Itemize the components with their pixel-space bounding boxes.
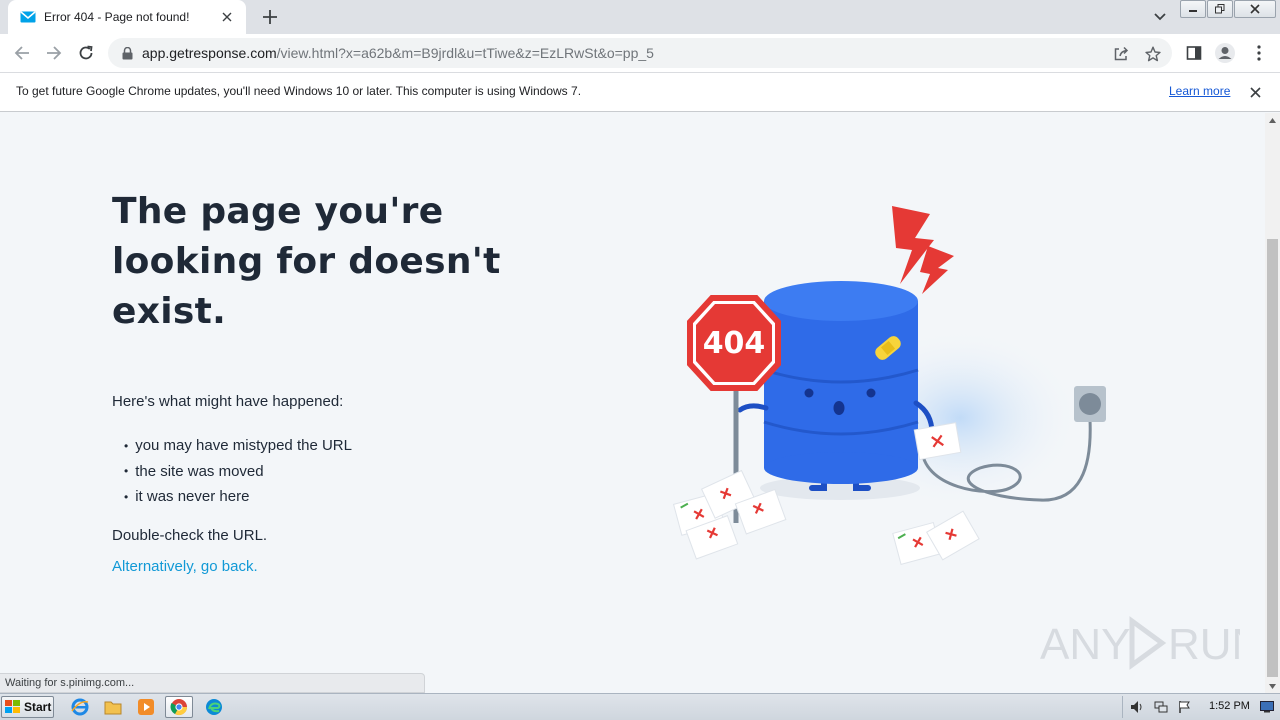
windows-logo-icon: [5, 700, 20, 713]
edge-icon[interactable]: [200, 696, 228, 718]
reason-item: you may have mistyped the URL: [124, 433, 352, 459]
stop-sign-404: 404: [687, 295, 781, 391]
reason-item: the site was moved: [124, 459, 352, 485]
bookmark-star-icon[interactable]: [1144, 45, 1162, 63]
reasons-list: you may have mistyped the URL the site w…: [124, 433, 352, 510]
forward-arrow-icon[interactable]: [42, 41, 66, 65]
browser-tab[interactable]: Error 404 - Page not found!: [8, 0, 246, 34]
clock-time[interactable]: 1:52 PM: [1209, 700, 1250, 712]
address-bar[interactable]: app.getresponse.com/view.html?x=a62b&m=B…: [108, 38, 1172, 68]
broken-database-illustration: 404: [672, 206, 1106, 565]
close-window-button[interactable]: [1234, 0, 1276, 18]
url-path: /view.html?x=a62b&m=B9jrdl&u=tTiwe&z=EzL…: [276, 45, 654, 61]
file-explorer-icon[interactable]: [99, 696, 127, 718]
wall-socket-icon: [1074, 386, 1106, 422]
back-arrow-icon[interactable]: [10, 41, 34, 65]
minimize-button[interactable]: [1180, 0, 1206, 18]
scroll-thumb[interactable]: [1267, 239, 1278, 677]
svg-text:ANY: ANY: [1040, 620, 1130, 669]
sign-text: 404: [703, 326, 766, 361]
start-label: Start: [24, 700, 52, 714]
update-infobar: To get future Google Chrome updates, you…: [0, 72, 1280, 112]
reload-icon[interactable]: [74, 41, 98, 65]
infobar-message: To get future Google Chrome updates, you…: [16, 84, 582, 98]
lock-icon[interactable]: [120, 46, 134, 60]
intro-text: Here's what might have happened:: [112, 393, 344, 410]
reason-item: it was never here: [124, 484, 352, 510]
tab-close-icon[interactable]: [218, 8, 236, 26]
windows-taskbar: Start 1:52 PM: [0, 693, 1280, 720]
page-heading: The page you're looking for doesn't exis…: [112, 191, 501, 332]
tab-title: Error 404 - Page not found!: [44, 10, 190, 24]
new-tab-button[interactable]: [258, 5, 282, 29]
share-icon[interactable]: [1112, 45, 1130, 63]
window-controls: [1179, 0, 1276, 18]
side-panel-icon[interactable]: [1182, 41, 1206, 65]
anyrun-watermark-logo: ANY RUN: [1040, 616, 1240, 670]
database-character: [763, 281, 919, 484]
action-center-flag-icon[interactable]: [1177, 699, 1193, 715]
learn-more-link[interactable]: Learn more: [1169, 84, 1230, 98]
browser-toolbar: app.getresponse.com/view.html?x=a62b&m=B…: [0, 34, 1280, 72]
envelope-icon: [20, 9, 36, 25]
internet-explorer-icon[interactable]: [66, 696, 94, 718]
system-tray: 1:52 PM: [1122, 696, 1278, 718]
media-player-icon[interactable]: [132, 696, 160, 718]
infobar-close-icon[interactable]: [1246, 83, 1264, 101]
status-bubble: Waiting for s.pinimg.com...: [0, 673, 425, 693]
volume-icon[interactable]: [1129, 699, 1145, 715]
lightning-icon: [892, 206, 954, 294]
scroll-down-arrow-icon[interactable]: [1265, 679, 1280, 693]
vertical-scrollbar[interactable]: [1265, 113, 1280, 693]
error-page: The page you're looking for doesn't exis…: [0, 113, 1265, 693]
tab-strip: Error 404 - Page not found!: [0, 0, 1280, 34]
go-back-link[interactable]: Alternatively, go back.: [112, 558, 258, 575]
menu-kebab-icon[interactable]: [1247, 41, 1271, 65]
url-host: app.getresponse.com: [142, 45, 277, 61]
restore-button[interactable]: [1207, 0, 1233, 18]
network-icon[interactable]: [1153, 699, 1169, 715]
tab-search-chevron-icon[interactable]: [1150, 7, 1170, 27]
double-check-text: Double-check the URL.: [112, 527, 268, 544]
scroll-up-arrow-icon[interactable]: [1265, 113, 1280, 127]
svg-text:RUN: RUN: [1168, 620, 1240, 669]
start-button[interactable]: Start: [1, 696, 54, 718]
show-desktop-icon[interactable]: [1259, 699, 1275, 715]
chrome-taskbar-icon[interactable]: [165, 696, 193, 718]
profile-avatar-icon[interactable]: [1213, 41, 1237, 65]
